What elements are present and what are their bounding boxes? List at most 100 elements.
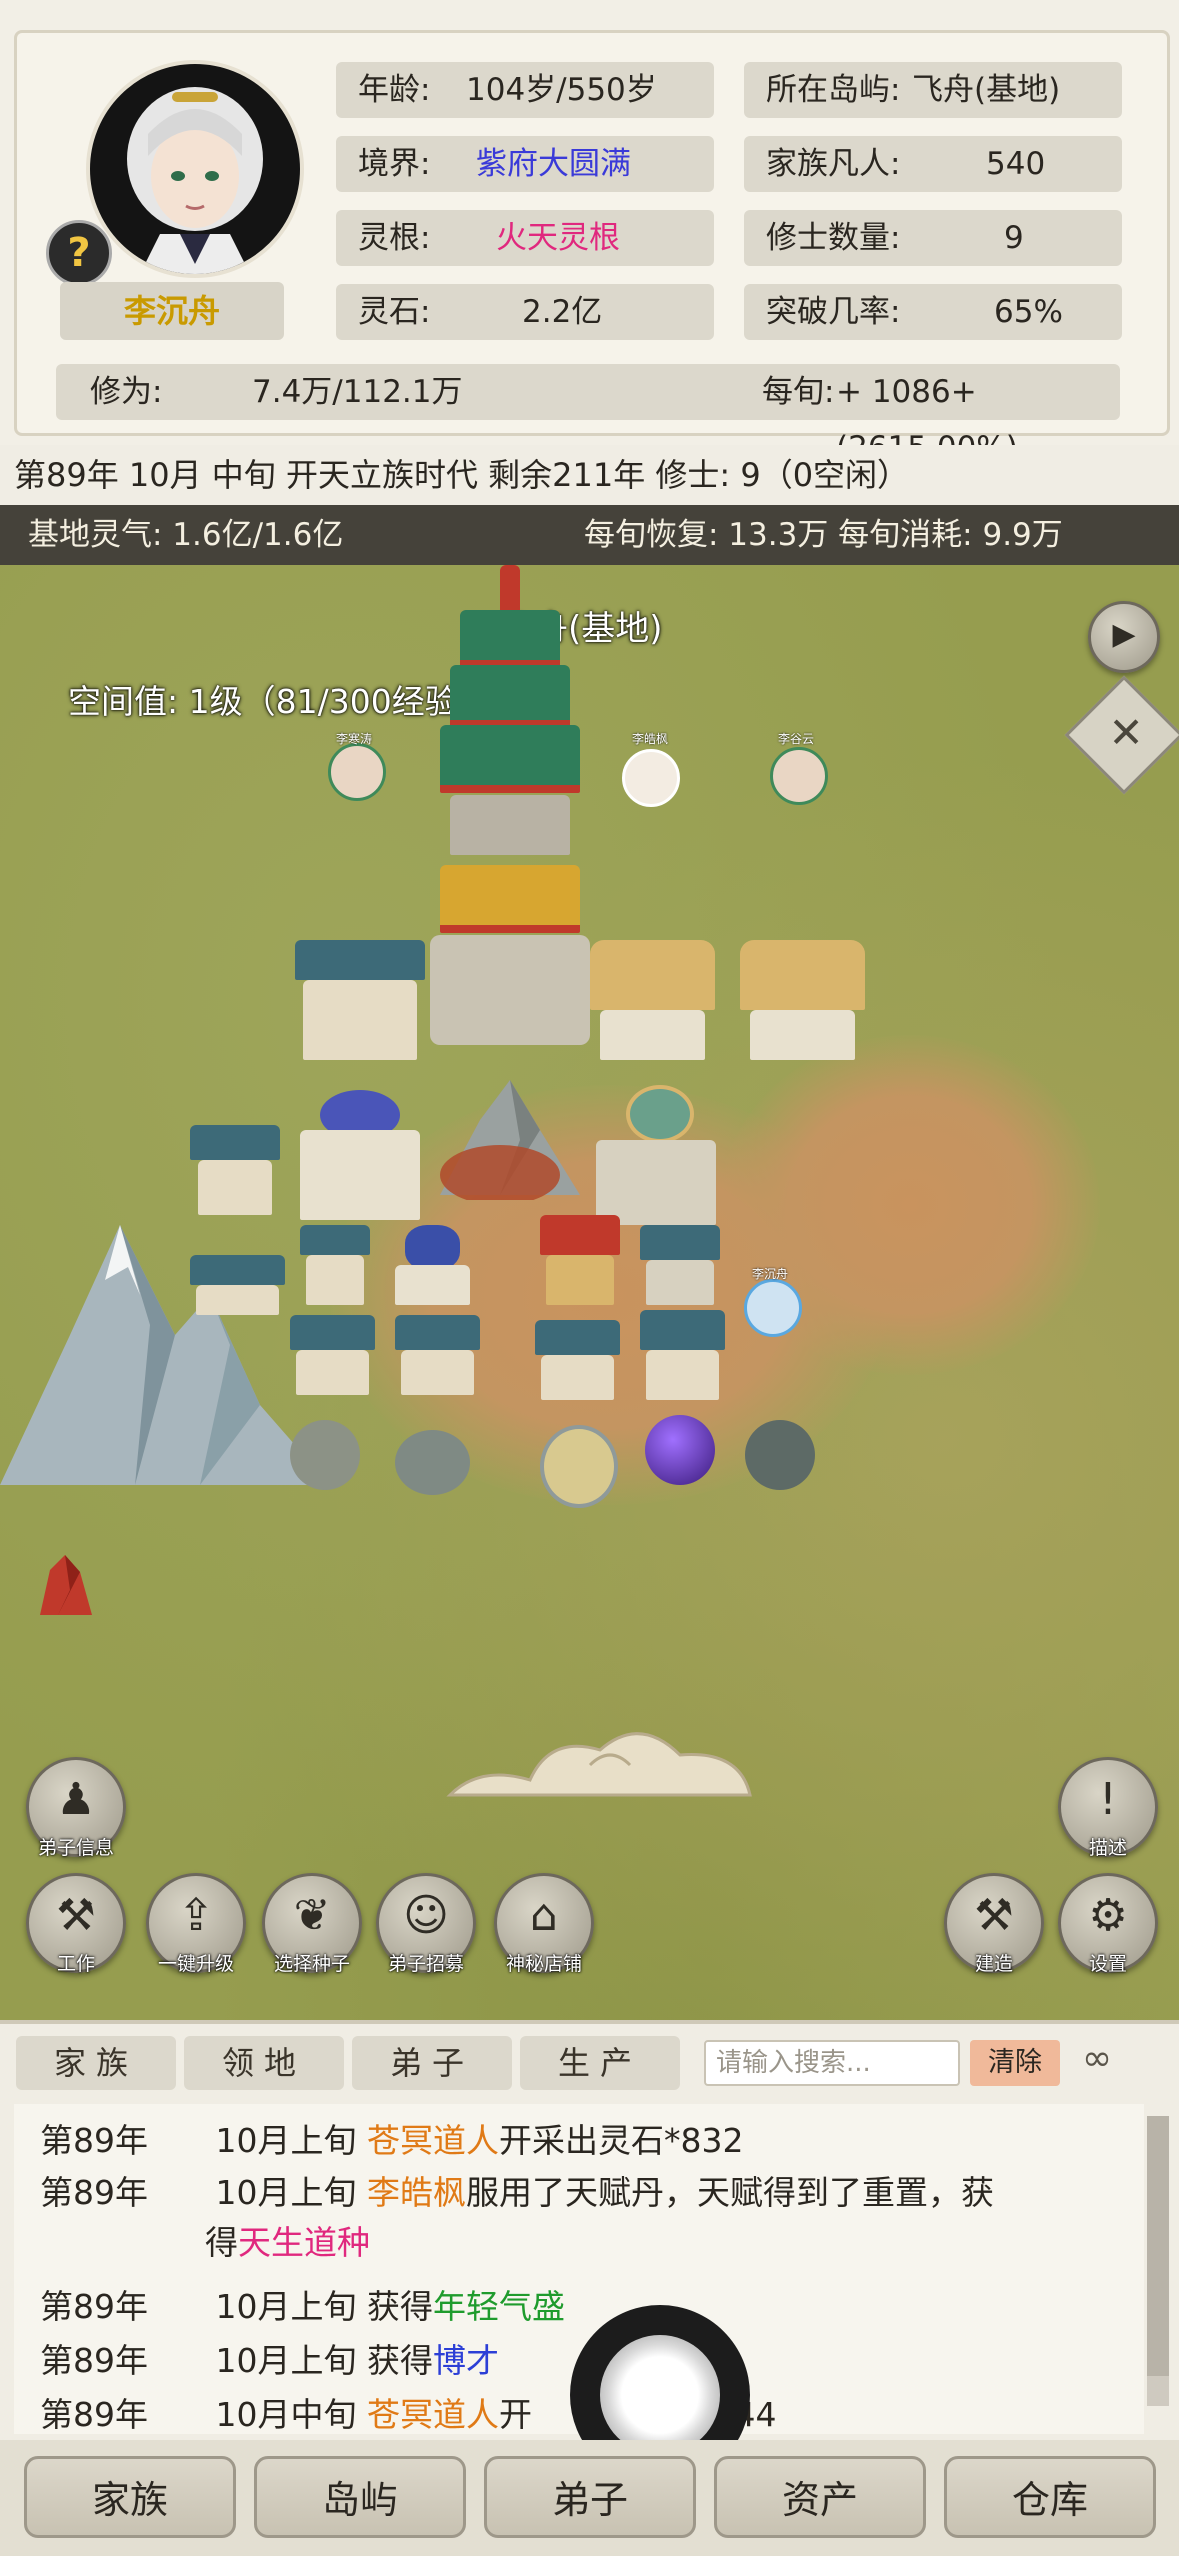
npc-avatar-4[interactable] bbox=[744, 1279, 802, 1337]
hint-button[interactable]: ! 描述 bbox=[1058, 1757, 1158, 1859]
log-highlight: 年轻气盛 bbox=[433, 2287, 565, 2326]
house-building-4[interactable] bbox=[640, 1310, 725, 1400]
log-search-input[interactable] bbox=[704, 2040, 960, 2086]
play-button[interactable]: ▶ bbox=[1088, 601, 1160, 673]
log-entry: 第89年 10月上旬 苍冥道人开采出灵石*832 bbox=[40, 2114, 744, 2162]
realm-value: 紫府大圆满 bbox=[476, 146, 631, 182]
npc-name-2: 李皓枫 bbox=[632, 732, 669, 746]
nav-island[interactable]: 岛屿 bbox=[254, 2456, 466, 2538]
log-year: 第89年 bbox=[40, 2341, 148, 2380]
red-crystal[interactable] bbox=[30, 1550, 100, 1620]
disciple-info-icon: ♟ bbox=[56, 1774, 96, 1825]
pavilion-building-1[interactable] bbox=[590, 940, 715, 1060]
mountain-range bbox=[0, 1225, 330, 1485]
select-seed-button[interactable]: ❦ 选择种子 bbox=[262, 1873, 362, 1975]
log-scrollbar[interactable] bbox=[1147, 2116, 1169, 2406]
log-time: 10月上旬 bbox=[215, 2287, 357, 2326]
breakthrough-label: 突破几率: bbox=[766, 294, 901, 330]
realm-stat: 境界: 紫府大圆满 bbox=[336, 136, 714, 192]
work-button[interactable]: ⚒ 工作 bbox=[26, 1873, 126, 1975]
side-pavilion[interactable] bbox=[190, 1255, 285, 1315]
stone-drum[interactable] bbox=[290, 1420, 360, 1490]
cultivation-value: 7.4万/112.1万 bbox=[252, 374, 463, 410]
cloud bbox=[446, 1732, 752, 1797]
character-status-panel: ? 李沉舟 年龄: 104岁/550岁 境界: 紫府大圆满 灵根: 火天灵根 灵… bbox=[0, 0, 1179, 466]
one-click-upgrade-label: 一键升级 bbox=[157, 1953, 234, 1975]
cultivation-stat: 修为: 7.4万/112.1万 每旬: + 1086+(2615.00%) bbox=[56, 364, 1120, 466]
statue-base[interactable] bbox=[395, 1430, 470, 1495]
nav-disciples[interactable]: 弟子 bbox=[484, 2456, 696, 2538]
mortals-value: 540 bbox=[986, 146, 1046, 182]
tab-disciples[interactable]: 弟子 bbox=[352, 2036, 512, 2090]
log-year: 第89年 bbox=[40, 2395, 148, 2434]
tab-family[interactable]: 家族 bbox=[16, 2036, 176, 2090]
npc-avatar-3[interactable] bbox=[770, 747, 828, 805]
character-portrait[interactable] bbox=[86, 60, 304, 278]
log-time: 10月中旬 bbox=[215, 2395, 357, 2434]
market-building[interactable] bbox=[540, 1215, 620, 1305]
nav-assets[interactable]: 资产 bbox=[714, 2456, 926, 2538]
hall-building[interactable] bbox=[295, 940, 425, 1060]
mortals-stat: 家族凡人: 540 bbox=[744, 136, 1122, 192]
purple-orb[interactable] bbox=[645, 1415, 715, 1485]
log-text: 得 bbox=[205, 2223, 238, 2262]
mystery-shop-icon: ⌂ bbox=[530, 1890, 558, 1941]
shrine-building[interactable] bbox=[300, 1225, 370, 1305]
cultivation-label: 修为: bbox=[90, 374, 163, 410]
select-seed-icon: ❦ bbox=[293, 1890, 331, 1941]
settings-label: 设置 bbox=[1088, 1953, 1127, 1975]
shrine-building-2[interactable] bbox=[640, 1225, 720, 1305]
nav-warehouse[interactable]: 仓库 bbox=[944, 2456, 1156, 2538]
mystery-shop-button[interactable]: ⌂ 神秘店铺 bbox=[494, 1873, 594, 1975]
house-building-2[interactable] bbox=[395, 1315, 480, 1395]
one-click-upgrade-button[interactable]: ⇪ 一键升级 bbox=[146, 1873, 246, 1975]
select-seed-label: 选择种子 bbox=[273, 1953, 350, 1975]
gate-building[interactable] bbox=[190, 1125, 280, 1215]
clear-button[interactable]: 清除 bbox=[970, 2040, 1060, 2086]
game-time-bar: 第89年 10月 中旬 开天立族时代 剩余211年 修士: 9（0空闲） bbox=[0, 445, 1179, 505]
log-time: 10月上旬 bbox=[215, 2121, 357, 2160]
spring-building[interactable] bbox=[596, 1085, 716, 1225]
bottom-nav: 家族 岛屿 弟子 资产 仓库 bbox=[0, 2440, 1179, 2556]
log-highlight: 博才 bbox=[433, 2341, 499, 2380]
help-button[interactable]: ? bbox=[46, 220, 112, 286]
npc-avatar-1[interactable] bbox=[328, 743, 386, 801]
tab-territory[interactable]: 领地 bbox=[184, 2036, 344, 2090]
rock-outcrop bbox=[440, 1080, 580, 1200]
work-label: 工作 bbox=[56, 1953, 95, 1975]
spirit-egg[interactable] bbox=[540, 1425, 618, 1508]
cauldron-building[interactable] bbox=[395, 1225, 470, 1305]
tab-production[interactable]: 生产 bbox=[520, 2036, 680, 2090]
nav-family[interactable]: 家族 bbox=[24, 2456, 236, 2538]
age-stat: 年龄: 104岁/550岁 bbox=[336, 62, 714, 118]
log-text: 服用了天赋丹，天赋得到了重置，获 bbox=[466, 2173, 994, 2212]
build-button[interactable]: ⚒ 建造 bbox=[944, 1873, 1044, 1975]
npc-name-3: 李谷云 bbox=[778, 732, 815, 746]
mortals-label: 家族凡人: bbox=[766, 146, 901, 182]
pavilion-building-2[interactable] bbox=[740, 940, 865, 1060]
space-value-text: 空间值: 1级（81/300经验） bbox=[68, 682, 491, 721]
cauldron-ornament[interactable] bbox=[745, 1420, 815, 1490]
settings-button[interactable]: ⚙ 设置 bbox=[1058, 1873, 1158, 1975]
island-stat: 所在岛屿: 飞舟(基地) bbox=[744, 62, 1122, 118]
house-building-1[interactable] bbox=[290, 1315, 375, 1395]
log-time: 10月上旬 bbox=[215, 2341, 357, 2380]
log-highlight: 天生道种 bbox=[238, 2223, 370, 2262]
base-map[interactable]: 飞舟(基地) 空间值: 1级（81/300经验） 李寒涛 李皓枫 李谷云 李沉舟… bbox=[0, 565, 1179, 2020]
npc-avatar-2[interactable] bbox=[622, 749, 680, 807]
portal-building[interactable] bbox=[300, 1090, 420, 1220]
recruit-icon: ☺ bbox=[403, 1890, 449, 1941]
log-actor: 李皓枫 bbox=[367, 2173, 466, 2212]
cultivators-stat: 修士数量: 9 bbox=[744, 210, 1122, 266]
main-pagoda[interactable] bbox=[430, 565, 590, 1055]
recruit-button[interactable]: ☺ 弟子招募 bbox=[376, 1873, 476, 1975]
log-entry: 第89年 10月上旬 获得博才 bbox=[40, 2334, 499, 2382]
log-text: 获得 bbox=[367, 2341, 433, 2380]
spirit-stone-value: 2.2亿 bbox=[522, 294, 603, 330]
close-map-button[interactable]: ✕ bbox=[1064, 675, 1179, 795]
disciple-info-button[interactable]: ♟ 弟子信息 bbox=[26, 1757, 126, 1859]
decorative-scroll-icon: ∞ bbox=[1082, 2038, 1112, 2079]
house-building-3[interactable] bbox=[535, 1320, 620, 1400]
log-scroll-thumb[interactable] bbox=[1147, 2116, 1169, 2376]
log-year: 第89年 bbox=[40, 2121, 148, 2160]
